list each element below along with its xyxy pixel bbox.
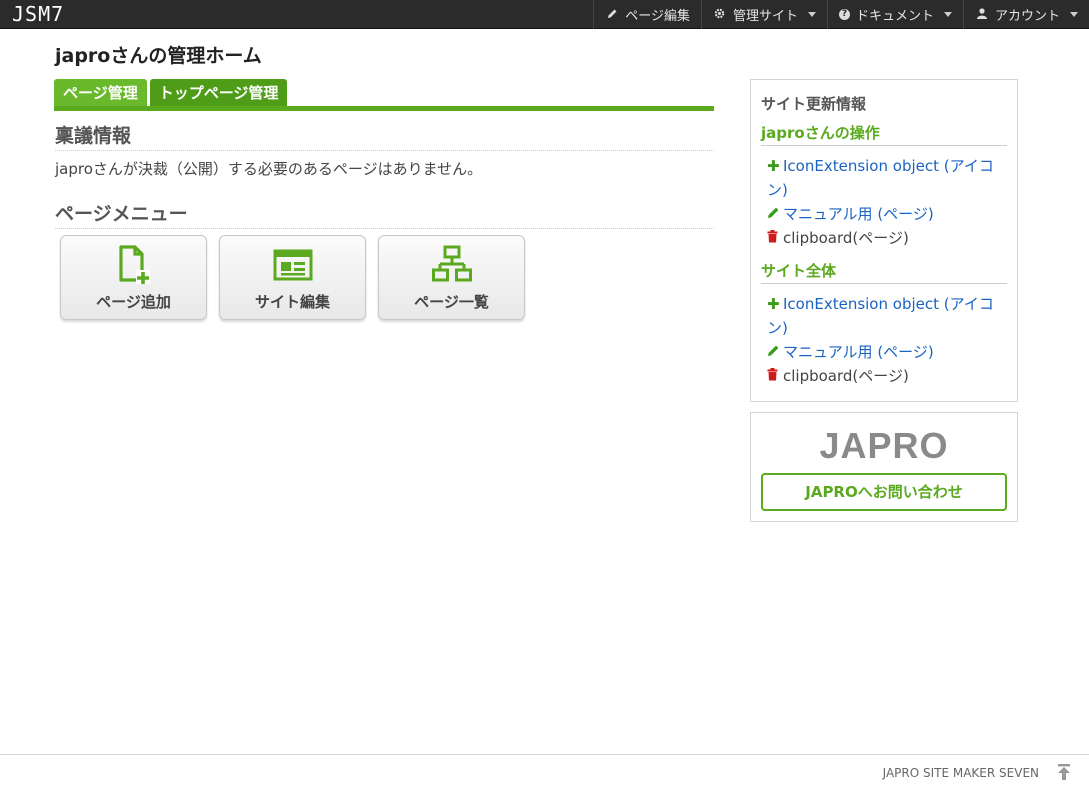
gear-icon: [713, 8, 727, 22]
add-page-button[interactable]: ページ追加: [60, 235, 207, 320]
update-item-text: マニュアル用 (ページ): [783, 205, 934, 223]
footer-text: JAPRO SITE MAKER SEVEN: [882, 766, 1039, 780]
trash-icon: [767, 364, 781, 388]
sitemap-icon: [431, 245, 472, 282]
site-updates-title: サイト更新情報: [761, 95, 867, 113]
update-item[interactable]: ✚ IconExtension object (アイコン): [761, 292, 1007, 340]
update-item-text: IconExtension object (アイコン): [767, 295, 994, 337]
approval-heading: 稟議情報: [55, 121, 714, 151]
nav-admin-site[interactable]: 管理サイト: [700, 0, 827, 29]
user-icon: [975, 7, 989, 22]
plus-icon: ✚: [767, 295, 780, 313]
approval-message: japroさんが決裁（公開）する必要のあるページはありません。: [55, 160, 483, 178]
back-to-top-icon[interactable]: [1057, 764, 1071, 780]
site-edit-button[interactable]: サイト編集: [219, 235, 366, 320]
nav-admin-site-label: 管理サイト: [732, 9, 798, 24]
update-item-text: マニュアル用 (ページ): [783, 343, 934, 361]
page-menu-heading: ページメニュー: [55, 199, 714, 229]
contact-japro-button[interactable]: JAPROへお問い合わせ: [761, 473, 1007, 511]
pencil-icon: [767, 202, 781, 226]
japro-logo: JAPRO: [819, 425, 949, 466]
site-edit-label: サイト編集: [254, 293, 330, 311]
nav-account-label: アカウント: [994, 9, 1060, 24]
question-circle-icon: ?: [838, 9, 850, 20]
site-wide-heading: サイト全体: [761, 260, 1007, 284]
top-nav: ページ編集 管理サイト ? ドキュメント アカウント: [593, 0, 1089, 29]
update-item[interactable]: マニュアル用 (ページ): [761, 202, 1007, 226]
tab-top-page-management[interactable]: トップページ管理: [149, 79, 288, 106]
site-updates-panel: サイト更新情報 japroさんの操作 ✚ IconExtension objec…: [750, 79, 1018, 402]
page-menu: ページ追加 サイト編集 ページ一覧: [60, 235, 537, 320]
caret-down-icon: [807, 12, 816, 17]
nav-account[interactable]: アカウント: [962, 0, 1089, 29]
top-navbar: JSM7 ページ編集 管理サイト ? ドキュメント アカウント: [0, 0, 1089, 29]
caret-down-icon: [943, 12, 952, 17]
page-title: japroさんの管理ホーム: [55, 45, 262, 67]
update-item-text: IconExtension object (アイコン): [767, 157, 994, 199]
my-operations-heading: japroさんの操作: [761, 122, 1007, 146]
tab-page-management[interactable]: ページ管理: [54, 79, 147, 106]
file-plus-icon: [118, 245, 150, 284]
update-item[interactable]: ✚ IconExtension object (アイコン): [761, 154, 1007, 202]
pencil-icon: [767, 340, 781, 364]
nav-page-edit[interactable]: ページ編集: [593, 0, 701, 29]
page-list-label: ページ一覧: [414, 293, 489, 311]
jsm7-logo[interactable]: JSM7: [12, 2, 64, 26]
nav-documents[interactable]: ? ドキュメント: [826, 0, 963, 29]
site-wide-list: ✚ IconExtension object (アイコン) マニュアル用 (ペー…: [761, 292, 1007, 388]
caret-down-icon: [1070, 12, 1078, 17]
my-operations-list: ✚ IconExtension object (アイコン) マニュアル用 (ペー…: [761, 154, 1007, 250]
trash-icon: [767, 226, 781, 250]
update-item-text: clipboard(ページ): [783, 229, 909, 247]
page-list-button[interactable]: ページ一覧: [378, 235, 525, 320]
japro-contact-panel: JAPRO JAPROへお問い合わせ: [750, 412, 1018, 522]
nav-page-edit-label: ページ編集: [625, 9, 690, 24]
browser-window-icon: [273, 249, 312, 281]
update-item-text: clipboard(ページ): [783, 367, 909, 385]
plus-icon: ✚: [767, 157, 780, 175]
update-item[interactable]: マニュアル用 (ページ): [761, 340, 1007, 364]
pencil-icon: [605, 8, 619, 22]
update-item[interactable]: clipboard(ページ): [761, 364, 1007, 388]
nav-documents-label: ドキュメント: [855, 9, 934, 24]
main-tabs: ページ管理 トップページ管理: [54, 79, 714, 111]
add-page-label: ページ追加: [96, 293, 171, 311]
footer: JAPRO SITE MAKER SEVEN: [0, 754, 1089, 791]
update-item[interactable]: clipboard(ページ): [761, 226, 1007, 250]
